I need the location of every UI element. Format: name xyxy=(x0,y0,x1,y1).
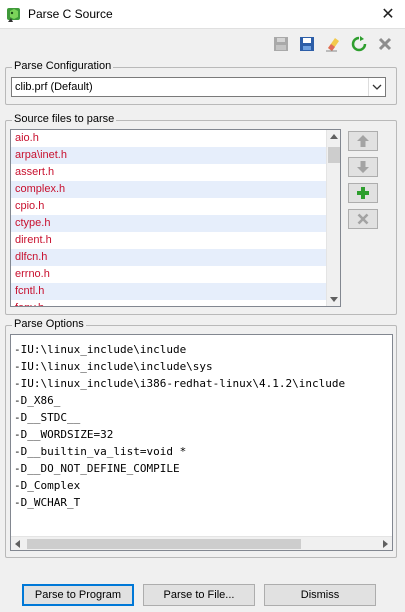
window-title: Parse C Source xyxy=(28,7,113,21)
parse-option-line: -D__STDC__ xyxy=(14,411,81,424)
parse-configuration-group: Parse Configuration clib.prf (Default) xyxy=(5,60,397,105)
file-list-item[interactable]: dlfcn.h xyxy=(11,249,340,266)
dismiss-button[interactable]: Dismiss xyxy=(264,584,376,606)
save-icon[interactable] xyxy=(297,34,317,54)
parse-option-line: -D_WCHAR_T xyxy=(14,496,81,509)
parse-to-program-button[interactable]: Parse to Program xyxy=(22,584,134,606)
file-list-item[interactable]: aio.h xyxy=(11,130,340,147)
parse-option-line: -D__builtin_va_list=void * xyxy=(14,445,187,458)
parse-configuration-value: clib.prf (Default) xyxy=(15,81,93,93)
parse-options-group: Parse Options -IU:\linux_include\include… xyxy=(5,318,397,558)
file-list-item[interactable]: dirent.h xyxy=(11,232,340,249)
file-list-item[interactable]: cpio.h xyxy=(11,198,340,215)
toolbar xyxy=(271,34,395,54)
move-down-button[interactable] xyxy=(348,157,378,177)
source-files-label: Source files to parse xyxy=(12,113,117,125)
close-button[interactable]: ✕ xyxy=(371,0,405,28)
parse-option-line: -IU:\linux_include\i386-redhat-linux\4.1… xyxy=(14,377,346,390)
refresh-icon[interactable] xyxy=(349,34,369,54)
parse-option-line: -IU:\linux_include\include\sys xyxy=(14,360,213,373)
title-bar: Parse C Source ✕ xyxy=(0,0,405,28)
file-list-item[interactable]: fcntl.h xyxy=(11,283,340,300)
eraser-icon[interactable] xyxy=(323,34,343,54)
parse-option-line: -IU:\linux_include\include xyxy=(14,343,187,356)
plus-icon xyxy=(357,187,369,199)
parse-to-file-button[interactable]: Parse to File... xyxy=(143,584,255,606)
scroll-left-icon[interactable] xyxy=(15,540,20,548)
vertical-scrollbar[interactable] xyxy=(326,130,340,306)
add-file-button[interactable] xyxy=(348,183,378,203)
parse-option-line: -D__WORDSIZE=32 xyxy=(14,428,114,441)
parse-configuration-label: Parse Configuration xyxy=(12,60,114,72)
parse-option-line: -D_Complex xyxy=(14,479,81,492)
scroll-up-icon[interactable] xyxy=(330,134,338,139)
scrollbar-thumb[interactable] xyxy=(328,147,340,163)
parse-option-line: -D__DO_NOT_DEFINE_COMPILE xyxy=(14,462,180,475)
file-list-item[interactable]: assert.h xyxy=(11,164,340,181)
file-list-item[interactable]: fenv.h xyxy=(11,300,340,306)
horizontal-scrollbar[interactable] xyxy=(11,536,392,550)
parse-configuration-select[interactable]: clib.prf (Default) xyxy=(11,77,386,97)
remove-file-button[interactable] xyxy=(348,209,378,229)
parse-options-textarea[interactable]: -IU:\linux_include\include -IU:\linux_inc… xyxy=(10,334,393,551)
source-files-list[interactable]: aio.h arpa\inet.h assert.h complex.h cpio.h c… xyxy=(10,129,341,307)
chevron-down-icon[interactable] xyxy=(368,78,385,96)
file-list-item[interactable]: errno.h xyxy=(11,266,340,283)
arrow-up-icon xyxy=(357,135,369,147)
disk-gray-icon[interactable] xyxy=(271,34,291,54)
move-up-button[interactable] xyxy=(348,131,378,151)
dialog-body: Parse Configuration clib.prf (Default) S… xyxy=(0,28,405,612)
parse-option-line: -D_X86_ xyxy=(14,394,61,407)
dragon-app-icon xyxy=(7,8,20,22)
file-list-item[interactable]: complex.h xyxy=(11,181,340,198)
arrow-down-icon xyxy=(357,161,369,173)
remove-icon xyxy=(357,213,369,225)
source-files-group: Source files to parse aio.h arpa\inet.h as… xyxy=(5,113,397,315)
file-list-item[interactable]: arpa\inet.h xyxy=(11,147,340,164)
horizontal-scrollbar-thumb[interactable] xyxy=(27,539,301,549)
file-list-item[interactable]: ctype.h xyxy=(11,215,340,232)
parse-options-label: Parse Options xyxy=(12,318,86,330)
delete-icon[interactable] xyxy=(375,34,395,54)
scroll-down-icon[interactable] xyxy=(330,297,338,302)
scroll-right-icon[interactable] xyxy=(383,540,388,548)
